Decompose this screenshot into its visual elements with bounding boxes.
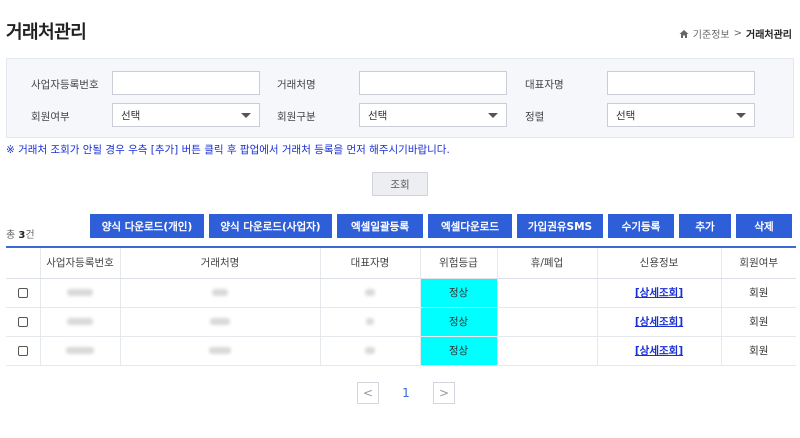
home-icon[interactable]: [679, 29, 689, 39]
bizno-input[interactable]: [112, 71, 260, 95]
name-cell: [120, 278, 321, 308]
redacted-text: [366, 318, 374, 325]
closed-cell: [497, 336, 598, 366]
next-page-button[interactable]: >: [433, 382, 455, 404]
search-panel: 사업자등록번호 거래처명 대표자명 회원여부 선택 회원구분 선택 정렬 선택: [6, 58, 794, 138]
breadcrumb-parent[interactable]: 기준정보: [693, 26, 730, 41]
download-business-button[interactable]: 양식 다운로드(사업자): [209, 214, 332, 238]
header-bizno: 사업자등록번호: [40, 248, 121, 279]
client-table: 사업자등록번호 거래처명 대표자명 위험등급 휴/폐업 신용정보 회원여부 정상…: [6, 246, 796, 366]
header-ceo: 대표자명: [320, 248, 421, 279]
risk-cell: 정상: [420, 307, 498, 337]
member-cell: 회원: [721, 307, 796, 337]
credit-cell: [상세조회]: [597, 336, 722, 366]
table-row[interactable]: 정상 [상세조회] 회원: [6, 336, 796, 366]
member-type-select[interactable]: 선택: [359, 103, 507, 127]
member-cell: 회원: [721, 336, 796, 366]
total-prefix: 총: [6, 230, 19, 241]
total-suffix: 건: [25, 230, 35, 241]
bizno-label: 사업자등록번호: [31, 79, 99, 91]
excel-download-button[interactable]: 엑셀다운로드: [428, 214, 512, 238]
table-header: 사업자등록번호 거래처명 대표자명 위험등급 휴/폐업 신용정보 회원여부: [6, 248, 796, 279]
member-cell: 회원: [721, 278, 796, 308]
breadcrumb-separator: >: [733, 28, 742, 39]
row-checkbox[interactable]: [17, 287, 28, 298]
chevron-left-icon: <: [362, 386, 374, 400]
sort-label: 정렬: [525, 111, 545, 123]
redacted-text: [67, 289, 93, 296]
delete-button[interactable]: 삭제: [736, 214, 792, 238]
header-select: [6, 248, 41, 279]
ceo-input[interactable]: [607, 71, 755, 95]
credit-detail-link[interactable]: [상세조회]: [635, 345, 683, 357]
redacted-text: [365, 289, 375, 296]
ceo-cell: [320, 336, 421, 366]
sort-select-value: 선택: [616, 109, 636, 122]
prev-page-button[interactable]: <: [357, 382, 379, 404]
member-select[interactable]: 선택: [112, 103, 260, 127]
page-title: 거래처관리: [6, 22, 87, 43]
breadcrumb-current: 거래처관리: [746, 30, 792, 41]
name-cell: [120, 307, 321, 337]
credit-detail-link[interactable]: [상세조회]: [635, 316, 683, 328]
header-risk: 위험등급: [420, 248, 498, 279]
name-input[interactable]: [359, 71, 507, 95]
chevron-down-icon: [736, 112, 746, 118]
row-checkbox[interactable]: [17, 316, 28, 327]
credit-cell: [상세조회]: [597, 278, 722, 308]
sort-select[interactable]: 선택: [607, 103, 755, 127]
ceo-cell: [320, 278, 421, 308]
redacted-text: [67, 318, 93, 325]
excel-upload-button[interactable]: 엑셀일괄등록: [337, 214, 423, 238]
manual-register-button[interactable]: 수기등록: [608, 214, 674, 238]
bizno-cell: [40, 278, 121, 308]
sms-button[interactable]: 가입권유SMS: [517, 214, 603, 238]
member-label: 회원여부: [31, 111, 70, 123]
pagination: < 1 >: [357, 382, 455, 404]
header-name: 거래처명: [120, 248, 321, 279]
row-checkbox[interactable]: [17, 345, 28, 356]
member-type-label: 회원구분: [277, 111, 316, 123]
ceo-label: 대표자명: [525, 79, 564, 91]
chevron-down-icon: [488, 112, 498, 118]
add-button[interactable]: 추가: [679, 214, 731, 238]
table-row[interactable]: 정상 [상세조회] 회원: [6, 307, 796, 337]
ceo-cell: [320, 307, 421, 337]
redacted-text: [209, 347, 231, 354]
closed-cell: [497, 278, 598, 308]
name-label: 거래처명: [277, 79, 316, 91]
redacted-text: [66, 347, 94, 354]
risk-cell: 정상: [420, 278, 498, 308]
header-member: 회원여부: [721, 248, 796, 279]
download-personal-button[interactable]: 양식 다운로드(개인): [90, 214, 204, 238]
credit-detail-link[interactable]: [상세조회]: [635, 287, 683, 299]
redacted-text: [365, 347, 375, 354]
bizno-cell: [40, 307, 121, 337]
chevron-down-icon: [241, 112, 251, 118]
header-credit: 신용정보: [597, 248, 722, 279]
closed-cell: [497, 307, 598, 337]
member-select-value: 선택: [121, 109, 141, 122]
total-count: 총 3건: [6, 226, 35, 241]
notice-text: ※ 거래처 조회가 안될 경우 우측 [추가] 버튼 클릭 후 팝업에서 거래처…: [6, 144, 450, 156]
row-checkbox-cell[interactable]: [6, 307, 41, 337]
member-type-select-value: 선택: [368, 109, 388, 122]
page-number-1[interactable]: 1: [395, 386, 417, 400]
bizno-cell: [40, 336, 121, 366]
breadcrumb: 기준정보 > 거래처관리: [679, 26, 792, 41]
chevron-right-icon: >: [438, 386, 450, 400]
header-closed: 휴/폐업: [497, 248, 598, 279]
table-row[interactable]: 정상 [상세조회] 회원: [6, 278, 796, 308]
redacted-text: [212, 289, 228, 296]
name-cell: [120, 336, 321, 366]
redacted-text: [210, 318, 230, 325]
row-checkbox-cell[interactable]: [6, 278, 41, 308]
row-checkbox-cell[interactable]: [6, 336, 41, 366]
search-button[interactable]: 조회: [372, 172, 428, 196]
credit-cell: [상세조회]: [597, 307, 722, 337]
risk-cell: 정상: [420, 336, 498, 366]
